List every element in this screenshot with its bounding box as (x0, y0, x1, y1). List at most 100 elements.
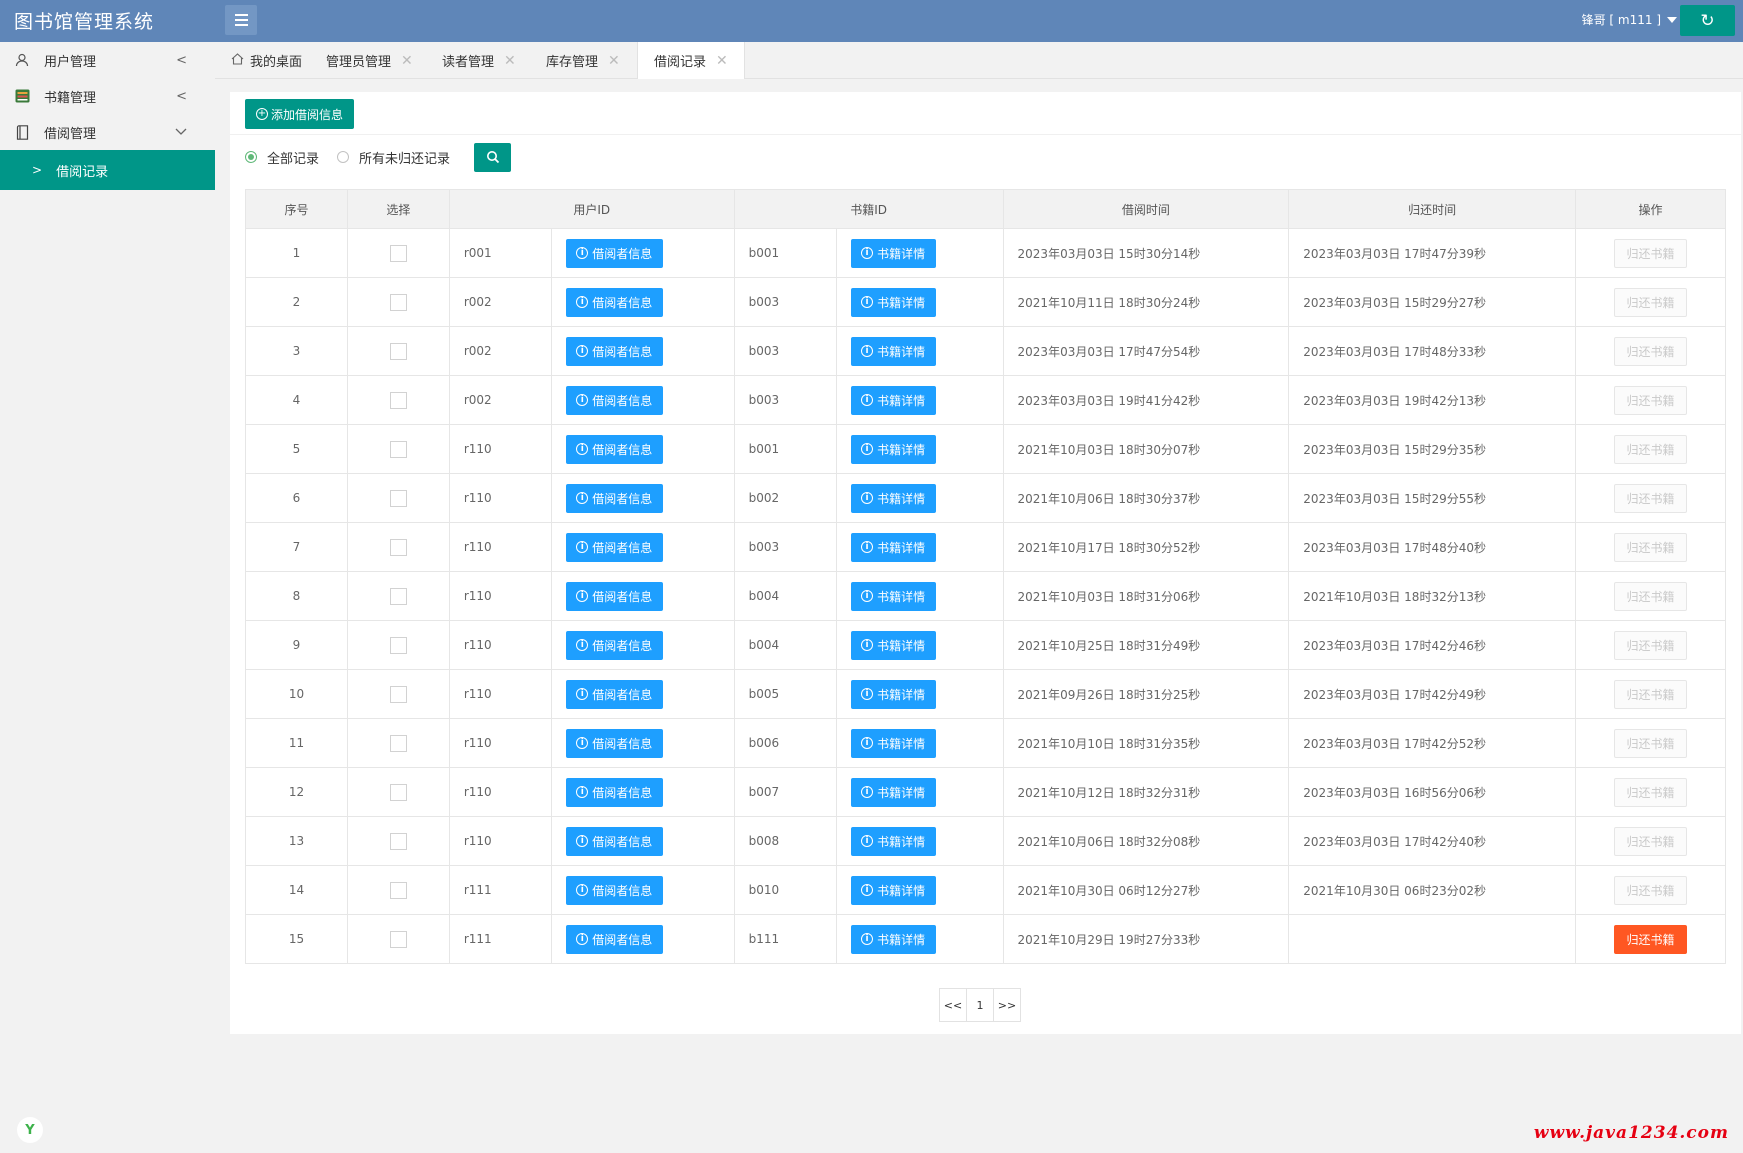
book-detail-button[interactable]: i 书籍详情 (850, 875, 936, 905)
notebook-icon (14, 124, 30, 140)
cell-borrower-action: i 借阅者信息 (550, 277, 735, 327)
sidebar-item-users[interactable]: 用户管理 < (0, 42, 215, 78)
row-checkbox[interactable] (389, 489, 407, 507)
borrower-info-button[interactable]: i 借阅者信息 (565, 630, 663, 660)
return-book-button[interactable]: 归还书籍 (1614, 434, 1688, 464)
close-icon[interactable]: ✕ (716, 53, 728, 69)
borrower-info-button[interactable]: i 借阅者信息 (565, 238, 663, 268)
row-checkbox[interactable] (389, 538, 407, 556)
return-book-button[interactable]: 归还书籍 (1614, 924, 1688, 954)
book-detail-button[interactable]: i 书籍详情 (850, 385, 936, 415)
row-checkbox[interactable] (389, 244, 407, 262)
return-book-button[interactable]: 归还书籍 (1614, 875, 1688, 905)
user-menu[interactable]: 锋哥 [ m111 ] (1582, 11, 1677, 28)
return-book-button[interactable]: 归还书籍 (1614, 238, 1688, 268)
cell-action: 归还书籍 (1575, 914, 1726, 964)
cell-user-id: r110 (448, 620, 552, 670)
book-detail-button[interactable]: i 书籍详情 (850, 826, 936, 856)
book-detail-button[interactable]: i 书籍详情 (850, 581, 936, 611)
borrower-info-button[interactable]: i 借阅者信息 (565, 581, 663, 611)
borrower-info-button[interactable]: i 借阅者信息 (565, 385, 663, 415)
return-book-button[interactable]: 归还书籍 (1614, 385, 1688, 415)
return-book-button[interactable]: 归还书籍 (1614, 336, 1688, 366)
info-icon: i (576, 688, 589, 700)
borrower-info-button[interactable]: i 借阅者信息 (565, 826, 663, 856)
tab-readers[interactable]: 读者管理 ✕ (442, 42, 516, 79)
add-borrow-button[interactable]: + 添加借阅信息 (245, 99, 354, 129)
row-checkbox[interactable] (389, 391, 407, 409)
refresh-button[interactable]: ↻ (1680, 5, 1735, 36)
radio-all-records[interactable]: 全部记录 (245, 148, 319, 167)
tab-inventory[interactable]: 库存管理 ✕ (546, 42, 620, 79)
book-detail-button[interactable]: i 书籍详情 (850, 728, 936, 758)
borrower-info-button[interactable]: i 借阅者信息 (565, 336, 663, 366)
cell-book-action: i 书籍详情 (835, 767, 1004, 817)
button-label: 书籍详情 (877, 393, 926, 408)
return-book-button[interactable]: 归还书籍 (1614, 728, 1688, 758)
row-checkbox[interactable] (389, 783, 407, 801)
return-book-button[interactable]: 归还书籍 (1614, 679, 1688, 709)
borrower-info-button[interactable]: i 借阅者信息 (565, 728, 663, 758)
book-detail-button[interactable]: i 书籍详情 (850, 532, 936, 562)
cell-book-id: b001 (733, 424, 837, 474)
cell-no: 4 (245, 375, 348, 425)
return-book-button[interactable]: 归还书籍 (1614, 826, 1688, 856)
book-detail-button[interactable]: i 书籍详情 (850, 434, 936, 464)
row-checkbox[interactable] (389, 440, 407, 458)
borrower-info-button[interactable]: i 借阅者信息 (565, 287, 663, 317)
borrower-info-button[interactable]: i 借阅者信息 (565, 924, 663, 954)
book-detail-button[interactable]: i 书籍详情 (850, 777, 936, 807)
row-checkbox[interactable] (389, 930, 407, 948)
tab-desktop[interactable]: 我的桌面 (231, 42, 302, 79)
tab-borrow-records[interactable]: 借阅记录 ✕ (637, 42, 745, 79)
row-checkbox[interactable] (389, 293, 407, 311)
book-detail-button[interactable]: i 书籍详情 (850, 924, 936, 954)
search-button[interactable] (474, 142, 512, 172)
return-book-button[interactable]: 归还书籍 (1614, 777, 1688, 807)
tab-admin[interactable]: 管理员管理 ✕ (326, 42, 413, 79)
cell-borrow-time: 2023年03月03日 15时30分14秒 (1002, 228, 1290, 278)
button-label: 书籍详情 (877, 638, 926, 653)
return-book-button[interactable]: 归还书籍 (1614, 287, 1688, 317)
return-book-button[interactable]: 归还书籍 (1614, 581, 1688, 611)
row-checkbox[interactable] (389, 832, 407, 850)
close-icon[interactable]: ✕ (608, 53, 620, 69)
borrower-info-button[interactable]: i 借阅者信息 (565, 434, 663, 464)
sidebar-item-books[interactable]: 书籍管理 < (0, 78, 215, 114)
book-detail-button[interactable]: i 书籍详情 (850, 287, 936, 317)
page-prev-button[interactable]: << (939, 988, 967, 1022)
book-detail-button[interactable]: i 书籍详情 (850, 679, 936, 709)
borrower-info-button[interactable]: i 借阅者信息 (565, 777, 663, 807)
return-book-button[interactable]: 归还书籍 (1614, 630, 1688, 660)
borrower-info-button[interactable]: i 借阅者信息 (565, 875, 663, 905)
info-icon: i (576, 884, 589, 896)
return-book-button[interactable]: 归还书籍 (1614, 532, 1688, 562)
close-icon[interactable]: ✕ (401, 53, 413, 69)
borrower-info-button[interactable]: i 借阅者信息 (565, 679, 663, 709)
row-checkbox[interactable] (389, 685, 407, 703)
borrower-info-button[interactable]: i 借阅者信息 (565, 483, 663, 513)
row-checkbox[interactable] (389, 881, 407, 899)
radio-unreturned-records[interactable]: 所有未归还记录 (337, 148, 450, 167)
row-checkbox[interactable] (389, 734, 407, 752)
sidebar-item-borrow[interactable]: 借阅管理 (0, 114, 215, 150)
row-checkbox[interactable] (389, 636, 407, 654)
page-next-button[interactable]: >> (993, 988, 1021, 1022)
row-checkbox[interactable] (389, 342, 407, 360)
button-label: 书籍详情 (877, 736, 926, 751)
menu-toggle-button[interactable] (225, 5, 257, 35)
cell-borrow-time: 2021年10月29日 19时27分33秒 (1002, 914, 1290, 964)
row-checkbox[interactable] (389, 587, 407, 605)
book-detail-button[interactable]: i 书籍详情 (850, 630, 936, 660)
book-detail-button[interactable]: i 书籍详情 (850, 336, 936, 366)
borrower-info-button[interactable]: i 借阅者信息 (565, 532, 663, 562)
return-book-button[interactable]: 归还书籍 (1614, 483, 1688, 513)
page-number-button[interactable]: 1 (966, 988, 994, 1022)
cell-book-action: i 书籍详情 (835, 914, 1004, 964)
sidebar-item-borrow-records[interactable]: > 借阅记录 (0, 150, 215, 190)
book-detail-button[interactable]: i 书籍详情 (850, 238, 936, 268)
close-icon[interactable]: ✕ (504, 53, 516, 69)
table-body: 1 r001 i 借阅者信息 b001 i 书籍详情 2023年03月03日 15时30分14… (245, 228, 1726, 964)
book-detail-button[interactable]: i 书籍详情 (850, 483, 936, 513)
cell-book-action: i 书籍详情 (835, 669, 1004, 719)
